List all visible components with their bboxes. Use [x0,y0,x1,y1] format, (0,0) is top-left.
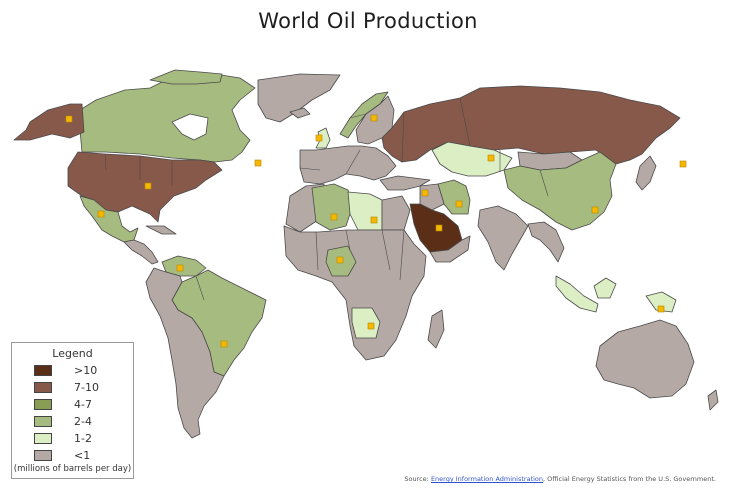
legend-unit-note: (millions of barrels per day) [13,464,132,474]
legend-label: <1 [74,449,91,462]
region-indonesia-east [593,277,617,299]
marker-brazil [220,340,228,348]
marker-gulf-mexico [97,210,105,218]
marker-japan-sea [679,160,687,168]
region-japan [635,155,657,191]
region-europe [299,145,397,185]
region-iran [437,179,471,215]
legend-label: 1-2 [74,432,92,445]
marker-kazakhstan [487,154,495,162]
marker-usa [144,182,152,190]
legend-swatch [34,416,52,427]
region-cuba [145,225,177,235]
legend-label: >10 [74,364,98,377]
region-alaska [13,103,85,141]
legend-swatch [34,450,52,461]
source-attribution: Source: Energy Information Administratio… [404,475,716,483]
region-india [477,205,529,271]
legend-swatch [34,365,52,376]
marker-indonesia [657,305,665,313]
region-egypt [381,195,411,231]
legend-title: Legend [52,347,93,360]
region-indonesia [555,275,599,313]
marker-algeria [330,213,338,221]
region-central-america [123,239,159,265]
marker-angola [367,322,375,330]
marker-iran [455,200,463,208]
legend-swatch [34,433,52,444]
marker-norway [370,114,378,122]
source-suffix: , Official Energy Statistics from the U.… [543,475,716,483]
region-new-zealand [707,389,719,411]
legend-swatch [34,399,52,410]
legend-label: 7-10 [74,381,99,394]
region-canada-islands [149,69,223,85]
marker-uk [315,134,323,142]
source-prefix: Source: [404,475,429,483]
region-australia [595,319,695,399]
legend: Legend >10 7-10 4-7 2-4 1-2 <1 (millions… [11,342,134,479]
region-africa-central [283,225,427,361]
legend-swatch [34,382,52,393]
marker-venezuela [176,264,184,272]
region-se-asia [527,221,565,263]
marker-iraq [421,189,429,197]
region-madagascar [427,309,445,349]
legend-label: 4-7 [74,398,92,411]
marker-china [591,206,599,214]
region-canada [79,73,256,163]
marker-nigeria [336,256,344,264]
marker-alaska [65,115,73,123]
legend-label: 2-4 [74,415,92,428]
source-link[interactable]: Energy Information Administration [431,475,543,483]
region-russia [381,85,681,165]
marker-north-atlantic [254,159,262,167]
marker-libya [370,216,378,224]
region-algeria [311,183,353,231]
region-libya [347,191,383,231]
marker-saudi-arabia [435,224,443,232]
